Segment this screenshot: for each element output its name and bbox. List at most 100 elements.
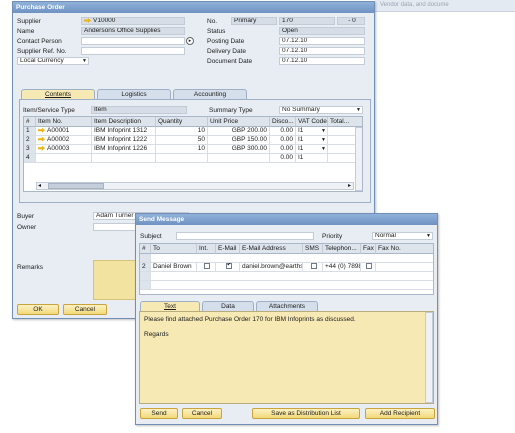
email-address-cell[interactable]: daniel.brown@earthsil (240, 263, 303, 272)
item-type-field[interactable]: Item (91, 106, 187, 114)
col-header-fax[interactable]: Fax (361, 244, 376, 254)
contact-field[interactable] (81, 37, 185, 45)
fax-cell[interactable] (361, 263, 376, 272)
quantity-cell[interactable]: 10 (156, 127, 208, 136)
internal-checkbox[interactable] (204, 263, 210, 270)
item-no-cell[interactable]: A00002 (36, 136, 92, 145)
scroll-right-icon[interactable]: ▸ (348, 182, 351, 189)
link-arrow-icon[interactable] (84, 18, 91, 23)
unit-price-cell[interactable]: GBP 150.00 (208, 136, 270, 145)
quantity-cell[interactable]: 50 (156, 136, 208, 145)
col-header-internal[interactable]: Int. (197, 244, 216, 254)
description-cell[interactable]: IBM Infoprint 1226 (92, 145, 156, 154)
recipients-table[interactable]: # To Int. E-Mail E-Mail Address SMS Tele… (139, 243, 434, 295)
message-body[interactable]: Please find attached Purchase Order 170 … (139, 311, 434, 404)
unit-price-cell[interactable] (208, 154, 270, 163)
vat-code-cell[interactable]: I1 ▼ (296, 127, 328, 136)
email-cell[interactable] (216, 263, 240, 272)
vertical-scrollbar[interactable] (425, 312, 433, 403)
col-header-telephone[interactable]: Telephon... (323, 244, 361, 254)
contact-lookup-icon[interactable]: ▸ (186, 37, 194, 45)
col-header-quantity[interactable]: Quantity (156, 117, 208, 127)
col-header-sms[interactable]: SMS (303, 244, 323, 254)
link-arrow-icon[interactable] (38, 127, 45, 133)
unit-price-cell[interactable]: GBP 300.00 (208, 145, 270, 154)
empty-cell[interactable] (151, 281, 433, 290)
col-header-total[interactable]: Total... (328, 117, 362, 127)
quantity-cell[interactable] (156, 154, 208, 163)
vertical-scrollbar[interactable] (355, 127, 362, 191)
tab-accounting[interactable]: Accounting (173, 89, 247, 99)
subject-input[interactable] (176, 232, 314, 240)
vat-code-cell[interactable]: I1 (296, 154, 328, 163)
item-no-cell[interactable]: A00001 (36, 127, 92, 136)
description-cell[interactable] (92, 154, 156, 163)
fax-checkbox[interactable] (366, 263, 372, 270)
summary-type-select[interactable]: No Summary ▼ (279, 106, 363, 114)
col-header-description[interactable]: Item Description (92, 117, 156, 127)
chevron-down-icon[interactable]: ▼ (321, 127, 326, 135)
col-header-discount[interactable]: Disco... (270, 117, 296, 127)
discount-cell[interactable]: 0.00 (270, 136, 296, 145)
send-message-titlebar[interactable]: Send Message (136, 214, 437, 225)
quantity-cell[interactable]: 10 (156, 145, 208, 154)
description-cell[interactable]: IBM Infoprint 1312 (92, 127, 156, 136)
discount-cell[interactable]: 0.00 (270, 145, 296, 154)
empty-cell[interactable] (151, 254, 433, 263)
series-select[interactable]: Primary (231, 17, 277, 25)
discount-cell[interactable]: 0.00 (270, 127, 296, 136)
doc-number-field[interactable]: 170 (279, 17, 335, 25)
delivery-date-field[interactable]: 07.12.10 (279, 47, 365, 55)
chevron-down-icon[interactable]: ▼ (321, 136, 326, 144)
priority-select[interactable]: Normal ▼ (372, 232, 433, 240)
col-header-item-no[interactable]: Item No. (36, 117, 92, 127)
scroll-left-icon[interactable]: ◂ (38, 182, 41, 189)
col-header-unit-price[interactable]: Unit Price (208, 117, 270, 127)
tab-attachments[interactable]: Attachments (256, 301, 318, 311)
empty-cell[interactable] (151, 272, 433, 281)
tab-logistics[interactable]: Logistics (97, 89, 171, 99)
name-field[interactable]: Andersons Office Supplies (81, 27, 185, 35)
subject-label: Subject (140, 233, 162, 240)
chevron-down-icon[interactable]: ▼ (321, 145, 326, 153)
sms-checkbox[interactable] (310, 263, 317, 270)
to-cell[interactable]: Daniel Brown (151, 263, 197, 272)
cancel-button[interactable]: Cancel (63, 304, 107, 315)
sms-cell[interactable] (303, 263, 323, 272)
cancel-button[interactable]: Cancel (182, 408, 222, 419)
description-cell[interactable]: IBM Infoprint 1222 (92, 136, 156, 145)
scroll-thumb[interactable] (48, 183, 104, 189)
link-arrow-icon[interactable] (38, 136, 45, 142)
supplier-field[interactable]: V10000 (81, 17, 185, 25)
col-header-email-address[interactable]: E-Mail Address (240, 244, 303, 254)
po-items-table[interactable]: # Item No. Item Description Quantity Uni… (23, 116, 363, 192)
item-no-cell[interactable] (36, 154, 92, 163)
posting-date-field[interactable]: 07.12.10 (279, 37, 365, 45)
vat-code-cell[interactable]: I1 ▼ (296, 145, 328, 154)
col-header-email[interactable]: E-Mail (216, 244, 240, 254)
item-no-cell[interactable]: A00003 (36, 145, 92, 154)
col-header-vat-code[interactable]: VAT Code (296, 117, 328, 127)
fax-no-cell[interactable] (376, 263, 433, 272)
telephone-cell[interactable]: +44 (0) 7898 (323, 263, 361, 272)
delivery-date-label: Delivery Date (207, 48, 247, 55)
discount-cell[interactable]: 0.00 (270, 154, 296, 163)
po-titlebar[interactable]: Purchase Order (13, 2, 374, 13)
unit-price-cell[interactable]: GBP 200.00 (208, 127, 270, 136)
vat-code-cell[interactable]: I1 ▼ (296, 136, 328, 145)
currency-select[interactable]: Local Currency ▼ (17, 57, 89, 65)
ok-button[interactable]: OK (17, 304, 59, 315)
tab-data[interactable]: Data (202, 301, 254, 311)
add-recipient-button[interactable]: Add Recipient (365, 408, 435, 419)
document-date-field[interactable]: 07.12.10 (279, 57, 365, 65)
internal-cell[interactable] (197, 263, 216, 272)
tab-text[interactable]: Text (140, 301, 200, 311)
email-checkbox[interactable] (225, 263, 232, 270)
send-button[interactable]: Send (140, 408, 178, 419)
link-arrow-icon[interactable] (38, 145, 45, 151)
col-header-to[interactable]: To (151, 244, 197, 254)
save-distribution-list-button[interactable]: Save as Distribution List (252, 408, 360, 419)
tab-contents[interactable]: Contents (21, 89, 95, 99)
supplier-ref-field[interactable] (81, 47, 185, 55)
col-header-fax-no[interactable]: Fax No. (376, 244, 433, 254)
